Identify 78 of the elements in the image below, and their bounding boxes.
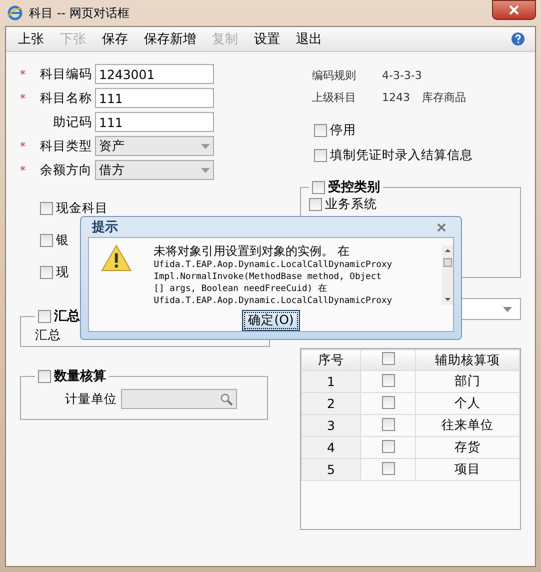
table-cell: 1 bbox=[302, 370, 360, 392]
required-mark: * bbox=[20, 92, 26, 104]
checkbox-label: 填制凭证时录入结算信息 bbox=[330, 147, 473, 164]
checkbox[interactable] bbox=[314, 124, 327, 137]
toolbar-button[interactable]: 设置 bbox=[246, 30, 288, 48]
table-cell: 3 bbox=[302, 414, 360, 436]
checkbox[interactable] bbox=[312, 180, 325, 194]
info-value: 库存商品 bbox=[422, 90, 466, 104]
checkbox[interactable] bbox=[38, 310, 51, 322]
table-cell: 2 bbox=[302, 392, 360, 414]
checkbox[interactable] bbox=[382, 440, 394, 452]
close-icon bbox=[437, 223, 446, 232]
toolbar-button[interactable]: 上张 bbox=[10, 30, 52, 48]
required-mark: * bbox=[20, 140, 26, 152]
dropdown-field[interactable]: 资产 bbox=[95, 136, 214, 156]
table-cell: 存货 bbox=[416, 436, 520, 458]
group-title: 数量核算 bbox=[54, 368, 106, 385]
caret-icon bbox=[201, 144, 210, 148]
field-label: 余额方向 bbox=[39, 162, 92, 178]
checkbox-label: 业务系统 bbox=[325, 196, 377, 213]
error-message: 未将对象引用设置到对象的实例。 在 Ufida.T.EAP.Aop.Dynamic.LocalCallDynamicProxy Impl.NormalInvoke(MethodBase method, Object [] args, Boolean needFreeCuid) 在 Ufida.T.EAP.Aop.Dynamic.LocalCallDynamicProxy bbox=[154, 244, 394, 306]
help-icon[interactable] bbox=[511, 32, 525, 46]
unit-field[interactable] bbox=[121, 389, 237, 409]
close-icon bbox=[509, 5, 519, 15]
checkbox[interactable] bbox=[40, 202, 53, 215]
checkbox-label: 现 bbox=[56, 264, 69, 281]
table-cell: 4 bbox=[302, 436, 360, 458]
ok-button[interactable]: 确定(O) bbox=[242, 310, 300, 331]
toolbar-button[interactable]: 退出 bbox=[288, 30, 330, 48]
search-icon bbox=[220, 392, 233, 406]
checkbox-label: 银 bbox=[56, 232, 69, 249]
scrollbar[interactable] bbox=[442, 244, 454, 306]
field-label: 科目名称 bbox=[39, 90, 92, 106]
checkbox[interactable] bbox=[382, 374, 394, 386]
close-button[interactable] bbox=[492, 0, 536, 20]
required-mark: * bbox=[20, 68, 26, 80]
input-field[interactable]: 111 bbox=[95, 88, 214, 108]
caret-icon bbox=[201, 168, 210, 172]
warning-icon bbox=[101, 244, 132, 272]
group-title: 受控类别 bbox=[328, 178, 380, 196]
column-header: 辅助核算项 bbox=[416, 350, 520, 370]
required-mark: * bbox=[20, 164, 26, 176]
checkbox-label: 停用 bbox=[330, 122, 356, 139]
toolbar-button[interactable]: 保存 bbox=[94, 30, 136, 48]
checkbox[interactable] bbox=[382, 462, 394, 474]
checkbox[interactable] bbox=[38, 370, 51, 382]
info-label: 上级科目 bbox=[312, 90, 357, 104]
checkbox[interactable] bbox=[314, 149, 327, 162]
info-value: 4-3-3-3 bbox=[382, 68, 422, 82]
checkbox-label: 现金科目 bbox=[56, 200, 108, 217]
field-label: 助记码 bbox=[52, 114, 92, 130]
field-label: 科目编码 bbox=[39, 66, 92, 82]
checkbox[interactable] bbox=[382, 396, 394, 408]
field-label: 计量单位 bbox=[65, 390, 117, 408]
table-cell: 往来单位 bbox=[416, 414, 520, 436]
dropdown-field[interactable]: 借方 bbox=[95, 160, 214, 180]
input-field[interactable]: 1243001 bbox=[95, 64, 214, 84]
checkbox[interactable] bbox=[40, 266, 53, 279]
info-value: 1243 bbox=[382, 90, 410, 104]
column-header: 序号 bbox=[302, 350, 360, 370]
table-cell: 个人 bbox=[416, 392, 520, 414]
table-cell: 项目 bbox=[416, 458, 520, 480]
window-title: 科目 -- 网页对话框 bbox=[29, 4, 130, 22]
field-label: 科目类型 bbox=[39, 138, 92, 154]
toolbar-button[interactable]: 保存新增 bbox=[136, 30, 204, 48]
checkbox[interactable] bbox=[309, 198, 322, 211]
dialog-title: 提示 bbox=[92, 219, 118, 236]
checkbox[interactable] bbox=[40, 234, 53, 247]
table-cell: 部门 bbox=[416, 370, 520, 392]
group-text: 汇总 bbox=[35, 327, 61, 342]
checkbox[interactable] bbox=[382, 352, 394, 365]
checkbox[interactable] bbox=[382, 418, 394, 430]
browser-icon bbox=[7, 5, 23, 21]
input-field[interactable]: 111 bbox=[95, 112, 214, 132]
table-cell: 5 bbox=[302, 458, 360, 480]
info-label: 编码规则 bbox=[312, 68, 357, 82]
group-title: 汇总 bbox=[54, 308, 80, 325]
caret-icon bbox=[503, 306, 512, 312]
